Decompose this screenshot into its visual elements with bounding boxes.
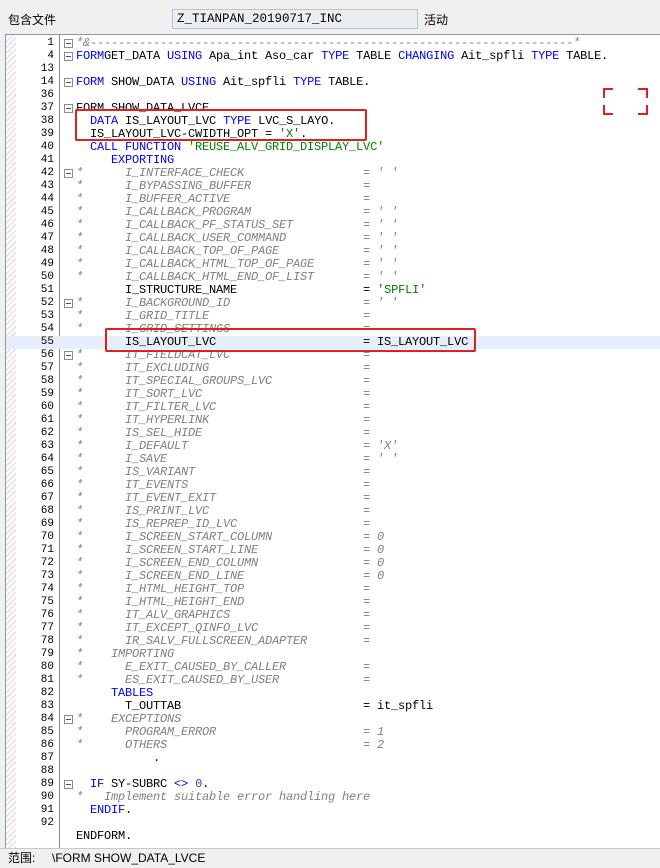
status-label: 活动	[424, 13, 449, 27]
selection-corner-tl	[603, 88, 613, 98]
line-number: 86	[40, 739, 54, 751]
fold-toggle-icon[interactable]	[64, 39, 73, 48]
line-number: 74	[40, 583, 54, 595]
code-line[interactable]: 4 FORMGET_DATA USING Apa_int Aso_car TYPE…	[6, 50, 660, 63]
line-number: 88	[40, 765, 54, 777]
line-number: 36	[40, 89, 54, 101]
line-number: 73	[40, 570, 54, 582]
line-number: 61	[40, 414, 54, 426]
line-number: 67	[40, 492, 54, 504]
line-number: 85	[40, 726, 54, 738]
line-number: 38	[40, 115, 54, 127]
program-name-field[interactable]: Z_TIANPAN_20190717_INC	[172, 9, 418, 29]
line-number: 87	[40, 752, 54, 764]
line-number: 62	[40, 427, 54, 439]
code-line[interactable]: 87 .	[6, 752, 660, 765]
line-number: 39	[40, 128, 54, 140]
highlight-box-data-declaration	[75, 109, 367, 141]
line-number: 43	[40, 180, 54, 192]
line-number: 57	[40, 362, 54, 374]
line-number: 58	[40, 375, 54, 387]
line-number: 47	[40, 232, 54, 244]
line-number: 77	[40, 622, 54, 634]
line-number: 79	[40, 648, 54, 660]
line-number: 14	[40, 76, 54, 88]
fold-toggle-icon[interactable]	[64, 299, 73, 308]
line-number: 13	[40, 63, 54, 75]
line-number: 63	[40, 440, 54, 452]
code-text: FORMGET_DATA USING Apa_int Aso_car TYPE …	[76, 49, 609, 63]
line-number: 89	[40, 778, 54, 790]
line-number: 1	[47, 37, 54, 49]
line-number: 91	[40, 804, 54, 816]
fold-toggle-icon[interactable]	[64, 52, 73, 61]
line-number: 45	[40, 206, 54, 218]
status-bar: 范围: \FORM SHOW_DATA_LVCE	[0, 848, 660, 868]
code-text: ENDFORM.	[76, 829, 133, 843]
selection-corner-tr	[638, 88, 648, 98]
line-number: 64	[40, 453, 54, 465]
code-editor[interactable]: 1 *&-------------------------------------…	[5, 34, 660, 849]
line-number: 53	[40, 310, 54, 322]
line-number: 52	[40, 297, 54, 309]
line-number: 65	[40, 466, 54, 478]
line-number: 49	[40, 258, 54, 270]
line-number: 48	[40, 245, 54, 257]
code-text: .	[76, 751, 161, 765]
scope-value: \FORM SHOW_DATA_LVCE	[52, 851, 206, 865]
line-number: 56	[40, 349, 54, 361]
line-number: 60	[40, 401, 54, 413]
line-number: 55	[40, 336, 54, 348]
selection-corner-br	[638, 105, 648, 115]
line-number: 44	[40, 193, 54, 205]
program-header: 包含文件 Z_TIANPAN_20190717_INC 活动	[0, 0, 660, 34]
code-line[interactable]: 91 ENDIF.	[6, 804, 660, 817]
line-number: 83	[40, 700, 54, 712]
line-number: 84	[40, 713, 54, 725]
line-number: 76	[40, 609, 54, 621]
code-line[interactable]: ENDFORM.	[6, 830, 660, 843]
highlight-box-layout-param	[105, 328, 476, 352]
line-number: 59	[40, 388, 54, 400]
code-text: ENDIF.	[90, 803, 133, 817]
line-number: 50	[40, 271, 54, 283]
line-number: 40	[40, 141, 54, 153]
fold-toggle-icon[interactable]	[64, 78, 73, 87]
line-number: 82	[40, 687, 54, 699]
line-number: 69	[40, 518, 54, 530]
fold-toggle-icon[interactable]	[64, 169, 73, 178]
selection-corner-bl	[603, 105, 613, 115]
line-number: 78	[40, 635, 54, 647]
line-number: 42	[40, 167, 54, 179]
line-number: 70	[40, 531, 54, 543]
line-number: 81	[40, 674, 54, 686]
line-number: 46	[40, 219, 54, 231]
fold-toggle-icon[interactable]	[64, 780, 73, 789]
line-number: 71	[40, 544, 54, 556]
line-number: 72	[40, 557, 54, 569]
line-number: 66	[40, 479, 54, 491]
fold-toggle-icon[interactable]	[64, 104, 73, 113]
line-number: 90	[40, 791, 54, 803]
scope-label: 范围:	[8, 851, 36, 865]
line-number: 37	[40, 102, 54, 114]
line-number: 80	[40, 661, 54, 673]
code-line[interactable]: 14 FORM SHOW_DATA USING Ait_spfli TYPE TA…	[6, 76, 660, 89]
line-number: 54	[40, 323, 54, 335]
fold-toggle-icon[interactable]	[64, 351, 73, 360]
line-number: 68	[40, 505, 54, 517]
code-text: FORM SHOW_DATA USING Ait_spfli TYPE TABL…	[76, 75, 371, 89]
line-number: 4	[47, 50, 54, 62]
include-label: 包含文件	[8, 13, 57, 27]
fold-toggle-icon[interactable]	[64, 715, 73, 724]
line-number: 92	[40, 817, 54, 829]
line-number: 75	[40, 596, 54, 608]
line-number: 51	[40, 284, 54, 296]
line-number: 41	[40, 154, 54, 166]
